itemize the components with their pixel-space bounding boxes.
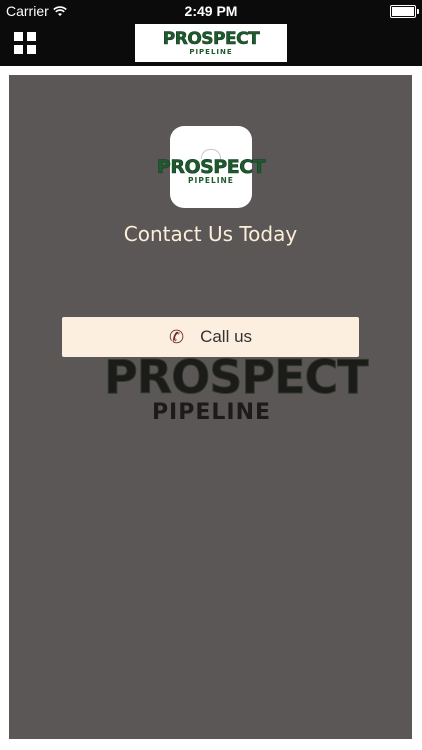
icon-logo-word: PROSPECT — [156, 156, 266, 178]
logo-subtitle: PIPELINE — [189, 47, 233, 56]
clock: 2:49 PM — [184, 3, 238, 19]
watermark-subtitle: PIPELINE — [151, 400, 272, 425]
nav-bar: PROSPECT PIPELINE — [0, 22, 422, 66]
grid-menu-icon[interactable] — [14, 32, 36, 54]
phone-icon: ✆ — [168, 327, 185, 347]
call-us-label: Call us — [200, 327, 253, 346]
status-bar: Carrier 2:49 PM — [0, 0, 422, 22]
header-logo: PROSPECT PIPELINE — [135, 24, 287, 62]
logo-word: PROSPECT — [162, 28, 260, 49]
icon-logo-subtitle: PIPELINE — [188, 176, 234, 185]
watermark-word: PROSPECT — [104, 350, 370, 404]
contact-card: PROSPECT PIPELINE Contact Us Today PROSP… — [9, 75, 412, 739]
contact-title: Contact Us Today — [123, 222, 298, 246]
watermark-logo: PROSPECT PIPELINE — [104, 350, 370, 425]
battery-icon — [390, 5, 419, 18]
call-us-button[interactable]: ✆ Call us — [62, 317, 359, 357]
app-icon: PROSPECT PIPELINE — [157, 126, 266, 208]
